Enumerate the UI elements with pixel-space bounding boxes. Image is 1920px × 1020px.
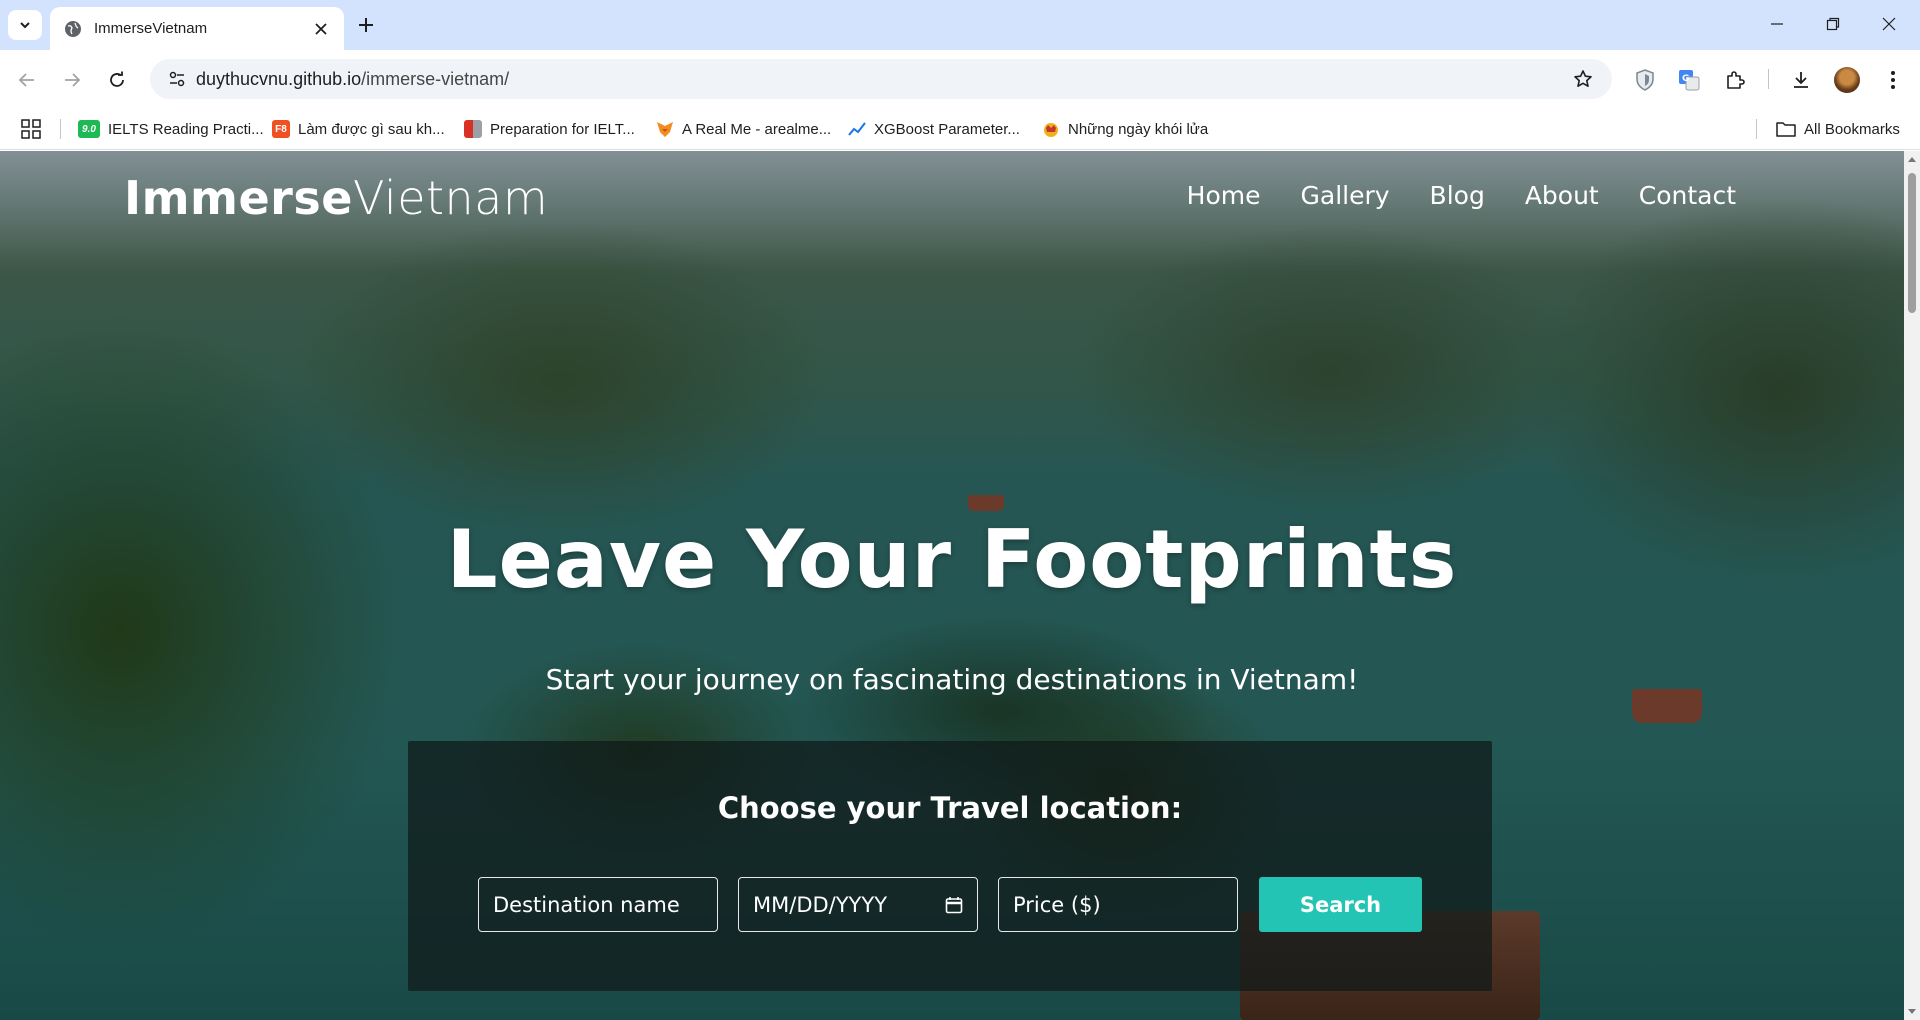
chevron-down-icon: [20, 22, 30, 29]
hero-title: Leave Your Footprints: [446, 513, 1458, 606]
back-button[interactable]: [10, 63, 44, 97]
tab-title: ImmerseVietnam: [94, 20, 208, 37]
globe-icon: [65, 20, 81, 37]
close-icon: [1882, 17, 1896, 31]
date-input[interactable]: MM/DD/YYYY: [738, 877, 978, 932]
bookmarks-divider: [1756, 119, 1757, 139]
arrow-left-icon: [18, 73, 34, 87]
hero-section: ImmerseVietnam Home Gallery Blog About C…: [0, 151, 1904, 1020]
scrollbar-thumb[interactable]: [1908, 173, 1916, 313]
price-placeholder: Price ($): [1013, 892, 1101, 917]
url-host: duythucvnu.github.io: [196, 68, 362, 89]
bookmark-label: Preparation for IELT...: [490, 120, 635, 138]
logo-bold-text: Immerse: [124, 171, 353, 225]
restore-icon: [1826, 17, 1840, 31]
search-button[interactable]: Search: [1259, 877, 1422, 932]
hero-subtitle: Start your journey on fascinating destin…: [545, 663, 1359, 696]
active-tab[interactable]: ImmerseVietnam: [50, 7, 344, 50]
date-placeholder: MM/DD/YYYY: [753, 892, 888, 917]
minimize-button[interactable]: [1754, 8, 1800, 40]
browser-toolbar: duythucvnu.github.io/immerse-vietnam/ G: [0, 50, 1920, 108]
f8-favicon: F8: [272, 120, 290, 138]
nav-about[interactable]: About: [1525, 181, 1599, 210]
close-window-button[interactable]: [1866, 8, 1912, 40]
profile-avatar[interactable]: [1834, 67, 1860, 93]
bookmark-item[interactable]: Preparation for IELT...: [464, 116, 635, 142]
arrow-right-icon: [65, 73, 81, 87]
url-path: /immerse-vietnam/: [361, 68, 510, 89]
scroll-up-icon[interactable]: [1907, 154, 1917, 164]
bookmark-star-icon[interactable]: [1568, 64, 1598, 94]
grid-favicon: [464, 120, 482, 138]
privacy-shield-icon[interactable]: [1628, 63, 1662, 97]
tab-close-icon[interactable]: [312, 20, 330, 38]
destination-input[interactable]: Destination name: [478, 877, 718, 932]
bookmark-item[interactable]: A Real Me - arealme...: [656, 116, 831, 142]
search-panel: Choose your Travel location: Destination…: [408, 741, 1492, 991]
forward-button[interactable]: [55, 63, 89, 97]
search-panel-title: Choose your Travel location:: [717, 791, 1183, 825]
address-bar[interactable]: duythucvnu.github.io/immerse-vietnam/: [150, 59, 1612, 99]
logo-light-text: Vietnam: [352, 171, 549, 225]
bookmark-label: A Real Me - arealme...: [682, 120, 832, 138]
calendar-icon[interactable]: [945, 896, 963, 914]
tab-search-button[interactable]: [8, 10, 42, 40]
chart-favicon: [848, 120, 866, 138]
translate-icon[interactable]: G: [1672, 63, 1706, 97]
reload-icon: [110, 71, 124, 87]
minimize-icon: [1771, 23, 1783, 25]
bookmark-item[interactable]: F8 Làm được gì sau kh...: [272, 116, 445, 142]
bookmark-label: IELTS Reading Practi...: [108, 120, 264, 138]
crown-favicon: [1042, 120, 1060, 138]
scroll-down-icon[interactable]: [1907, 1007, 1917, 1017]
menu-kebab-icon[interactable]: [1876, 63, 1910, 97]
svg-text:G: G: [1682, 74, 1689, 84]
destination-placeholder: Destination name: [493, 892, 680, 917]
nav-gallery[interactable]: Gallery: [1301, 181, 1390, 210]
reload-button[interactable]: [100, 63, 134, 97]
page-scrollbar[interactable]: [1904, 151, 1920, 1020]
bookmark-label: Làm được gì sau kh...: [298, 120, 445, 138]
restore-button[interactable]: [1810, 8, 1856, 40]
bookmark-item[interactable]: XGBoost Parameter...: [848, 116, 1020, 142]
bookmark-label: Những ngày khói lửa: [1068, 120, 1209, 138]
fox-favicon: [656, 120, 674, 138]
site-info-icon[interactable]: [162, 64, 192, 94]
new-tab-button[interactable]: [352, 11, 380, 39]
folder-icon: [1776, 122, 1796, 137]
url-text: duythucvnu.github.io/immerse-vietnam/: [196, 69, 1568, 90]
all-bookmarks-button[interactable]: All Bookmarks: [1776, 116, 1900, 142]
plus-icon: [359, 18, 373, 32]
price-input[interactable]: Price ($): [998, 877, 1238, 932]
boat-image: [968, 495, 1004, 511]
nav-home[interactable]: Home: [1187, 181, 1261, 210]
nav-contact[interactable]: Contact: [1639, 181, 1736, 210]
ielts-favicon: 9.0: [78, 120, 100, 138]
site-logo[interactable]: ImmerseVietnam: [124, 171, 548, 225]
download-icon[interactable]: [1784, 63, 1818, 97]
bookmark-item[interactable]: Những ngày khói lửa: [1042, 116, 1208, 142]
bookmarks-divider: [60, 119, 61, 139]
apps-grid-icon[interactable]: [20, 118, 42, 140]
toolbar-divider: [1768, 69, 1769, 89]
all-bookmarks-label: All Bookmarks: [1804, 120, 1900, 138]
extensions-puzzle-icon[interactable]: [1718, 63, 1752, 97]
bookmarks-bar: 9.0 IELTS Reading Practi... F8 Làm được …: [0, 108, 1920, 150]
tab-strip: ImmerseVietnam: [0, 0, 1920, 50]
site-nav: Home Gallery Blog About Contact: [1187, 181, 1736, 210]
nav-blog[interactable]: Blog: [1430, 181, 1485, 210]
bookmark-label: XGBoost Parameter...: [874, 120, 1020, 138]
bookmark-item[interactable]: 9.0 IELTS Reading Practi...: [78, 116, 264, 142]
